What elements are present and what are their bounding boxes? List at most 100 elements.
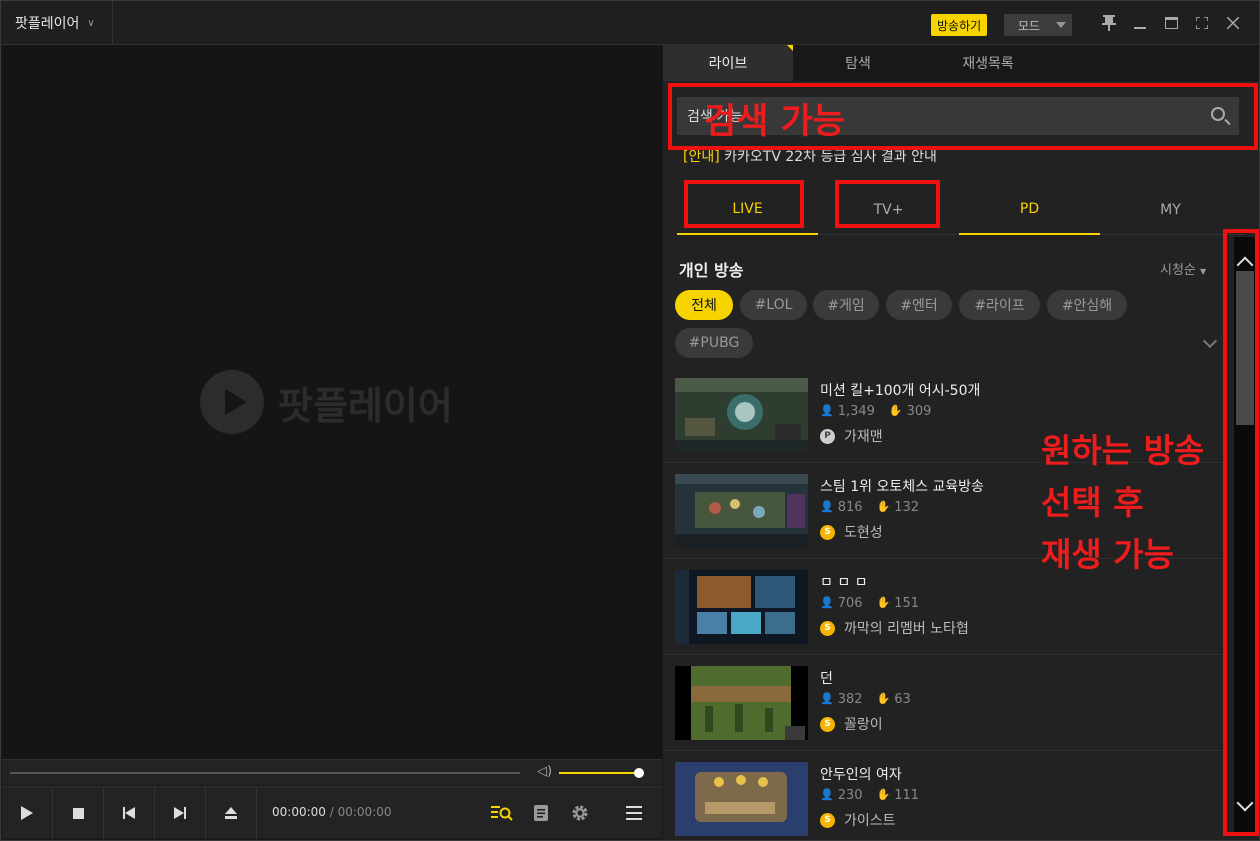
scroll-thumb[interactable] <box>1236 271 1254 425</box>
subtab-my[interactable]: MY <box>1100 185 1241 235</box>
current-time: 00:00:00 <box>272 805 326 819</box>
stream-thumbnail[interactable] <box>675 762 808 836</box>
stream-stats: 👤 816 ✋ 132 <box>820 500 919 515</box>
player-logo: 팟플레이어 <box>200 370 453 434</box>
tab-explore[interactable]: 탐색 <box>793 45 923 81</box>
previous-button[interactable] <box>104 787 155 839</box>
list-scrollbar[interactable] <box>1234 237 1256 836</box>
chip-game[interactable]: #게임 <box>813 290 879 320</box>
progress-row: ◁) <box>2 759 662 785</box>
like-icon: ✋ <box>876 788 891 801</box>
stream-stats: 👤 706 ✋ 151 <box>820 596 919 611</box>
tab-playlist[interactable]: 재생목록 <box>923 45 1053 81</box>
gear-icon[interactable] <box>568 801 592 825</box>
badge-icon: P <box>820 428 835 444</box>
viewer-count: 230 <box>837 788 863 803</box>
stream-thumbnail[interactable] <box>675 570 808 644</box>
stream-title: ㅁ ㅁ ㅁ <box>820 575 868 591</box>
subtab-pd[interactable]: PD <box>959 185 1100 235</box>
viewer-icon: 👤 <box>820 404 834 417</box>
chip-lol[interactable]: #LOL <box>740 290 807 320</box>
annotation-line-2: 선택 후 <box>1041 483 1144 522</box>
stream-thumbnail[interactable] <box>675 666 808 740</box>
chip-life[interactable]: #라이프 <box>959 290 1040 320</box>
stream-author: S 가이스트 <box>820 810 896 830</box>
prev-icon <box>123 807 135 819</box>
author-name: 가재맨 <box>844 429 883 445</box>
volume-slider[interactable] <box>559 768 644 778</box>
video-area[interactable]: 팟플레이어 <box>2 45 662 759</box>
fullscreen-icon[interactable] <box>1192 13 1212 33</box>
chip-entertainment[interactable]: #엔터 <box>886 290 952 320</box>
stream-author: S 도현성 <box>820 522 883 542</box>
like-icon: ✋ <box>876 596 891 609</box>
like-icon: ✋ <box>876 692 891 705</box>
stream-author: S 꼴랑이 <box>820 714 883 734</box>
broadcast-button[interactable]: 방송하기 <box>931 14 988 36</box>
stream-author: S 까막의 리멤버 노타협 <box>820 618 969 638</box>
viewer-count: 816 <box>837 500 863 515</box>
time-display: 00:00:00 / 00:00:00 <box>272 805 392 819</box>
title-bar: 팟플레이어 ∨ 방송하기 모드 <box>1 1 1259 45</box>
viewer-count: 1,349 <box>837 404 875 419</box>
section-title: 개인 방송 <box>679 261 744 280</box>
scroll-down-icon[interactable] <box>1236 794 1254 812</box>
badge-icon: S <box>820 812 835 828</box>
caret-down-icon <box>1056 22 1066 28</box>
stream-stats: 👤 230 ✋ 111 <box>820 788 919 803</box>
mode-select[interactable]: 모드 <box>1004 14 1072 36</box>
play-icon <box>21 806 33 820</box>
pin-icon[interactable] <box>1099 13 1119 33</box>
stream-title: 던 <box>820 671 833 687</box>
tab-live[interactable]: 라이브 <box>663 45 793 81</box>
chevron-down-icon: ∨ <box>87 17 95 29</box>
eject-icon <box>225 807 237 819</box>
stream-title: 안두인의 여자 <box>820 767 902 783</box>
stop-button[interactable] <box>53 787 104 839</box>
caret-down-icon: ▼ <box>1200 267 1207 276</box>
badge-icon: S <box>820 716 835 732</box>
stream-stats: 👤 382 ✋ 63 <box>820 692 911 707</box>
subtab-live[interactable]: LIVE <box>677 185 818 235</box>
annotation-line-3: 재생 가능 <box>1041 535 1174 574</box>
notice[interactable]: [안내] 카카오TV 22차 등급 심사 결과 안내 <box>683 146 937 166</box>
menu-icon[interactable] <box>622 801 646 825</box>
maximize-icon[interactable] <box>1161 13 1181 33</box>
like-icon: ✋ <box>888 404 903 417</box>
chip-pubg[interactable]: #PUBG <box>675 328 753 358</box>
document-icon[interactable] <box>529 801 553 825</box>
chip-all[interactable]: 전체 <box>675 290 733 320</box>
playlist-search-icon[interactable] <box>490 801 514 825</box>
chip-safe[interactable]: #안심해 <box>1047 290 1127 320</box>
viewer-count: 706 <box>837 596 863 611</box>
next-button[interactable] <box>155 787 206 839</box>
viewer-count: 382 <box>837 692 863 707</box>
seek-bar[interactable] <box>10 772 520 774</box>
viewer-icon: 👤 <box>820 692 834 705</box>
list-item[interactable]: 안두인의 여자 👤 230 ✋ 111 S 가이스트 <box>663 751 1225 841</box>
chevron-down-icon[interactable] <box>1202 333 1218 349</box>
sort-button[interactable]: 시청순 ▼ <box>1160 259 1206 278</box>
stream-stats: 👤 1,349 ✋ 309 <box>820 404 931 419</box>
author-name: 까막의 리멤버 노타협 <box>844 621 969 637</box>
author-name: 도현성 <box>844 525 883 541</box>
stream-thumbnail[interactable] <box>675 474 808 548</box>
control-bar: 00:00:00 / 00:00:00 <box>2 786 662 839</box>
subtab-tvplus[interactable]: TV+ <box>818 185 959 235</box>
notice-text: 카카오TV 22차 등급 심사 결과 안내 <box>719 149 937 165</box>
search-icon[interactable] <box>1211 107 1225 121</box>
minimize-icon[interactable] <box>1130 13 1150 33</box>
like-count: 309 <box>906 404 932 419</box>
mode-label: 모드 <box>1018 18 1041 33</box>
viewer-icon: 👤 <box>820 500 834 513</box>
next-icon <box>174 807 186 819</box>
eject-button[interactable] <box>206 787 257 839</box>
volume-icon[interactable]: ◁) <box>537 764 552 779</box>
close-icon[interactable] <box>1223 13 1243 33</box>
app-menu[interactable]: 팟플레이어 ∨ <box>1 1 113 45</box>
play-button[interactable] <box>2 787 53 839</box>
list-item[interactable]: 던 👤 382 ✋ 63 S 꼴랑이 <box>663 655 1225 751</box>
volume-knob[interactable] <box>634 768 644 778</box>
stream-thumbnail[interactable] <box>675 378 808 452</box>
notice-tag: [안내] <box>683 149 720 165</box>
